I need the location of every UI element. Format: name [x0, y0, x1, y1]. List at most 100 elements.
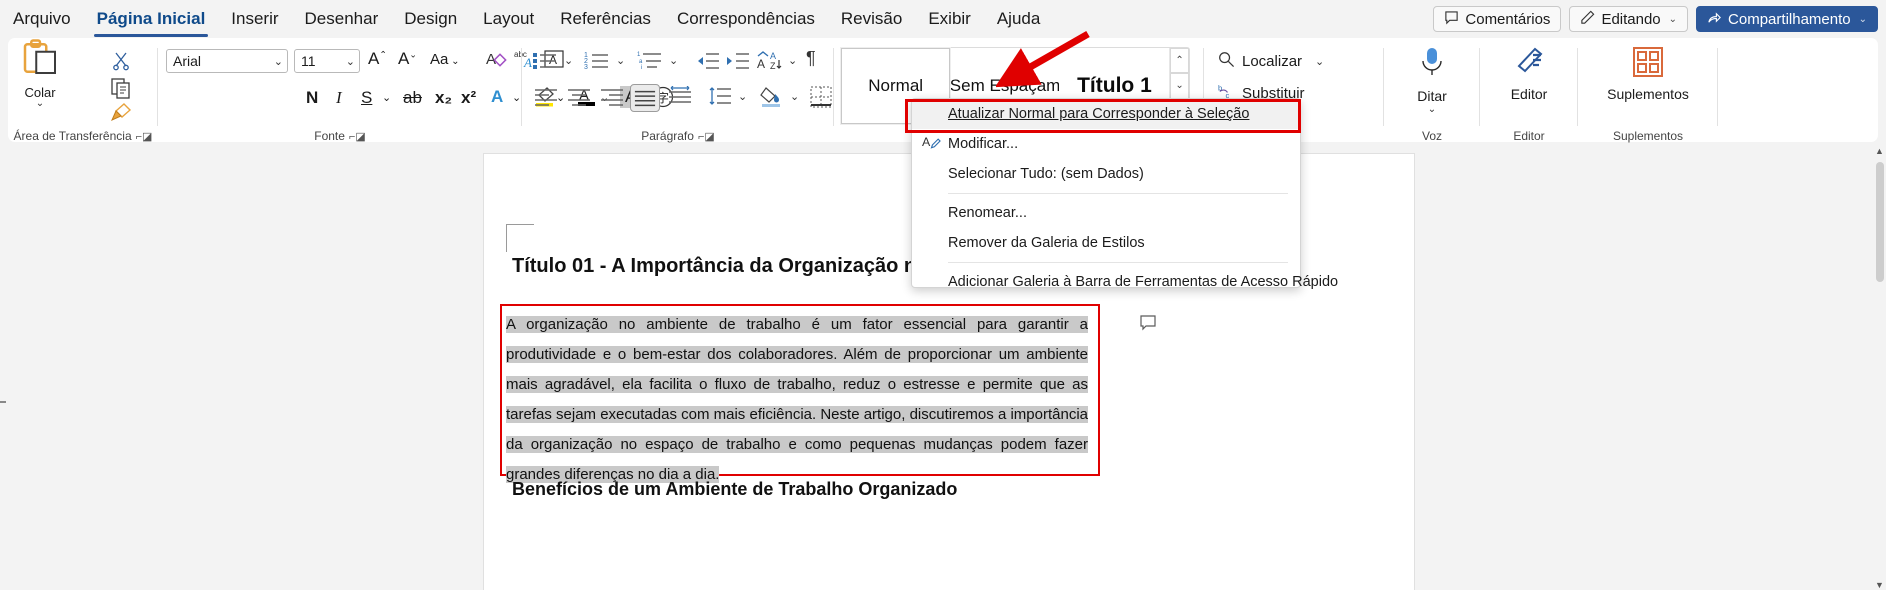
sort-button[interactable]: AAZ [756, 50, 782, 70]
dictate-button[interactable]: Ditar ⌄ [1388, 46, 1476, 115]
shading-button[interactable] [760, 86, 784, 108]
tab-inserir[interactable]: Inserir [218, 0, 291, 38]
scroll-down-arrow-icon[interactable]: ▼ [1874, 580, 1885, 590]
styles-scroll-up-button[interactable]: ⌃ [1170, 48, 1190, 74]
tab-exibir[interactable]: Exibir [915, 0, 984, 38]
dialog-launcher-icon[interactable]: ⌐◪ [349, 131, 366, 143]
menu-item-remover-da-galeria[interactable]: Remover da Galeria de Estilos [912, 228, 1300, 258]
chevron-down-icon[interactable]: ⌄ [738, 90, 747, 103]
microphone-icon [1417, 46, 1447, 85]
change-case-button[interactable]: Aa ⌄ [430, 51, 460, 68]
editing-mode-button[interactable]: Editando ⌄ [1569, 6, 1689, 32]
scrollbar-thumb[interactable] [1876, 162, 1884, 282]
menu-item-renomear[interactable]: Renomear... [912, 198, 1300, 228]
share-button[interactable]: Compartilhamento ⌄ [1696, 6, 1878, 32]
group-label-editor: Editor [1513, 129, 1545, 143]
chevron-down-icon[interactable]: ⌄ [1428, 104, 1436, 115]
multilevel-list-button[interactable]: 1ai [637, 50, 663, 70]
menu-item-label: Renomear... [948, 205, 1027, 221]
tab-referencias[interactable]: Referências [547, 0, 664, 38]
editing-label: Editando [1601, 10, 1661, 28]
menu-item-adicionar-galeria-barra[interactable]: Adicionar Galeria à Barra de Ferramentas… [912, 267, 1338, 297]
comment-anchor-icon[interactable] [1139, 314, 1157, 337]
text-effects-button[interactable]: A [491, 87, 503, 107]
dialog-launcher-icon[interactable]: ⌐◪ [698, 131, 715, 143]
paste-button[interactable]: Colar ⌄ [8, 38, 72, 116]
chevron-down-icon[interactable]: ⌄ [616, 54, 625, 67]
ribbon-group-font: Arial ⌄ 11 ⌄ A⌃ A⌄ Aa ⌄ A abcA A N I S ⌄… [158, 38, 674, 143]
font-family-combobox[interactable]: Arial ⌄ [166, 49, 288, 73]
addins-button[interactable]: Suplementos [1604, 46, 1692, 102]
styles-scroll-down-button[interactable]: ⌄ [1170, 73, 1190, 99]
ribbon-group-voice: Ditar ⌄ Voz [1384, 38, 1480, 143]
chevron-down-icon[interactable]: ⌄ [36, 99, 44, 109]
right-gutter [1414, 146, 1886, 590]
group-label-voice: Voz [1421, 129, 1442, 143]
shrink-font-button[interactable]: A⌄ [398, 49, 417, 69]
align-center-button[interactable] [567, 88, 591, 106]
dialog-launcher-icon[interactable]: ⌐◪ [136, 131, 153, 143]
editor-label: Editor [1510, 86, 1548, 102]
grow-font-button[interactable]: A⌃ [368, 49, 387, 69]
comments-button[interactable]: Comentários [1433, 6, 1562, 32]
margin-corner-marker [506, 224, 534, 252]
left-gutter [0, 146, 484, 590]
chevron-down-icon: ⌄ [1668, 13, 1678, 25]
tab-arquivo[interactable]: Arquivo [0, 0, 84, 38]
distributed-button[interactable] [668, 86, 692, 106]
align-left-button[interactable] [534, 88, 558, 106]
group-label-paragraph: Parágrafo ⌐◪ [641, 129, 715, 143]
find-button[interactable]: Localizar ⌄ [1218, 51, 1324, 72]
decrease-indent-button[interactable] [696, 50, 720, 70]
menu-item-modificar[interactable]: A Modificar... [912, 129, 1300, 159]
chevron-down-icon[interactable]: ⌄ [1315, 55, 1324, 68]
font-size-combobox[interactable]: 11 ⌄ [294, 49, 360, 73]
tab-pagina-inicial[interactable]: Página Inicial [84, 0, 219, 38]
copy-button[interactable] [108, 76, 134, 100]
chevron-down-icon[interactable]: ⌄ [382, 91, 391, 104]
borders-button[interactable] [810, 86, 832, 108]
justify-button[interactable] [630, 84, 660, 112]
chevron-down-icon[interactable]: ⌄ [512, 91, 521, 104]
cut-button[interactable] [108, 50, 134, 72]
ribbon-group-addins: Suplementos Suplementos [1578, 38, 1718, 143]
share-label: Compartilhamento [1728, 10, 1851, 28]
editor-button[interactable]: Editor [1485, 46, 1573, 102]
numbering-button[interactable]: 123 [584, 50, 610, 70]
vertical-scrollbar[interactable]: ▲ ▼ [1874, 146, 1886, 590]
svg-text:A: A [770, 51, 776, 61]
tab-revisao[interactable]: Revisão [828, 0, 915, 38]
italic-button[interactable]: I [336, 88, 342, 108]
clear-formatting-button[interactable]: A [486, 49, 508, 74]
chevron-down-icon[interactable]: ⌄ [788, 54, 797, 67]
line-spacing-button[interactable] [708, 86, 732, 106]
chevron-down-icon[interactable]: ⌄ [790, 90, 799, 103]
font-family-value: Arial [173, 53, 202, 69]
bold-button[interactable]: N [306, 88, 318, 108]
svg-text:Z: Z [770, 61, 776, 70]
comment-icon [1444, 10, 1459, 29]
align-right-button[interactable] [600, 88, 624, 106]
tab-layout[interactable]: Layout [470, 0, 547, 38]
modify-style-icon: A [922, 133, 941, 156]
chevron-down-icon[interactable]: ⌄ [669, 54, 678, 67]
strikethrough-button[interactable]: ab [403, 88, 422, 108]
chevron-down-icon[interactable]: ⌄ [564, 54, 573, 67]
group-label-clipboard: Área de Transferência ⌐◪ [13, 129, 153, 143]
format-painter-button[interactable] [108, 102, 134, 124]
bullets-button[interactable] [532, 50, 558, 70]
titlebar-actions: Comentários Editando ⌄ Compartilhamento … [1433, 0, 1878, 38]
menu-item-selecionar-tudo[interactable]: Selecionar Tudo: (sem Dados) [912, 159, 1300, 189]
underline-button[interactable]: S [361, 88, 372, 108]
subscript-button[interactable]: x₂ [435, 88, 452, 108]
increase-indent-button[interactable] [726, 50, 750, 70]
tab-design[interactable]: Design [391, 0, 470, 38]
dictate-label: Ditar [1417, 88, 1447, 104]
tab-desenhar[interactable]: Desenhar [292, 0, 392, 38]
comments-label: Comentários [1465, 10, 1551, 28]
superscript-button[interactable]: x² [461, 88, 476, 108]
show-formatting-marks-button[interactable]: ¶ [806, 48, 816, 69]
tab-correspondencias[interactable]: Correspondências [664, 0, 828, 38]
ribbon-group-clipboard: Colar ⌄ Área de Transferência ⌐◪ [8, 38, 158, 143]
scroll-up-arrow-icon[interactable]: ▲ [1874, 146, 1885, 156]
